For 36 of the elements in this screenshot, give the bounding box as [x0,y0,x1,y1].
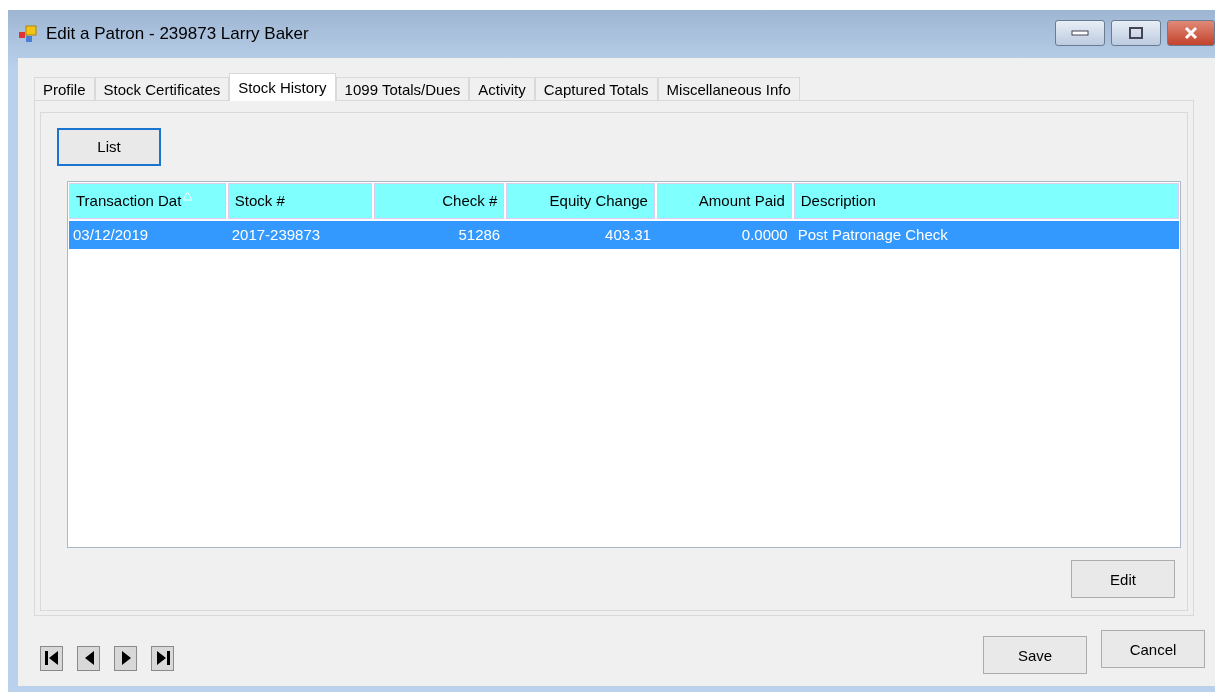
tab[interactable]: Stock History [229,73,336,101]
table-cell-text: 0.0000 [740,225,789,246]
column-header[interactable]: Amount Paid [656,182,792,219]
table-cell-text: Post Patronage Check [796,225,949,246]
column-header[interactable]: Equity Change [506,182,655,219]
maximize-button[interactable] [1111,20,1161,46]
tab[interactable]: Activity [469,77,535,100]
app-icon [18,25,38,43]
next-record-button[interactable] [114,645,137,671]
close-icon [1183,26,1199,40]
table-cell-text: 403.31 [604,225,652,246]
tab[interactable]: Captured Totals [534,77,658,100]
tab[interactable]: Profile [34,77,95,100]
column-header[interactable]: Transaction Dat [69,182,226,219]
sort-icon [182,190,194,201]
tab[interactable]: Miscellaneous Info [657,77,800,100]
edit-button[interactable]: Edit [1071,560,1175,598]
minimize-icon [1071,30,1089,36]
close-button[interactable] [1167,20,1215,46]
window-title: Edit a Patron - 239873 Larry Baker [46,24,309,44]
minimize-button[interactable] [1055,20,1105,46]
cancel-button[interactable]: Cancel [1101,630,1205,668]
table-cell-text: 51286 [457,225,502,246]
tab[interactable]: 1099 Totals/Dues [335,77,470,100]
last-record-button[interactable] [151,645,174,671]
table-cell-text: 2017-239873 [230,225,322,246]
column-header[interactable]: Stock # [227,182,373,219]
save-button[interactable]: Save [983,636,1087,674]
table-cell-text: 03/12/2019 [72,225,150,246]
first-record-button[interactable] [40,645,63,671]
tab[interactable]: Stock Certificates [94,77,230,100]
maximize-icon [1129,27,1143,39]
column-header[interactable]: Check # [374,182,505,219]
column-header[interactable]: Description [793,182,1179,219]
list-button[interactable]: List [57,128,161,166]
prev-record-button[interactable] [77,645,100,671]
